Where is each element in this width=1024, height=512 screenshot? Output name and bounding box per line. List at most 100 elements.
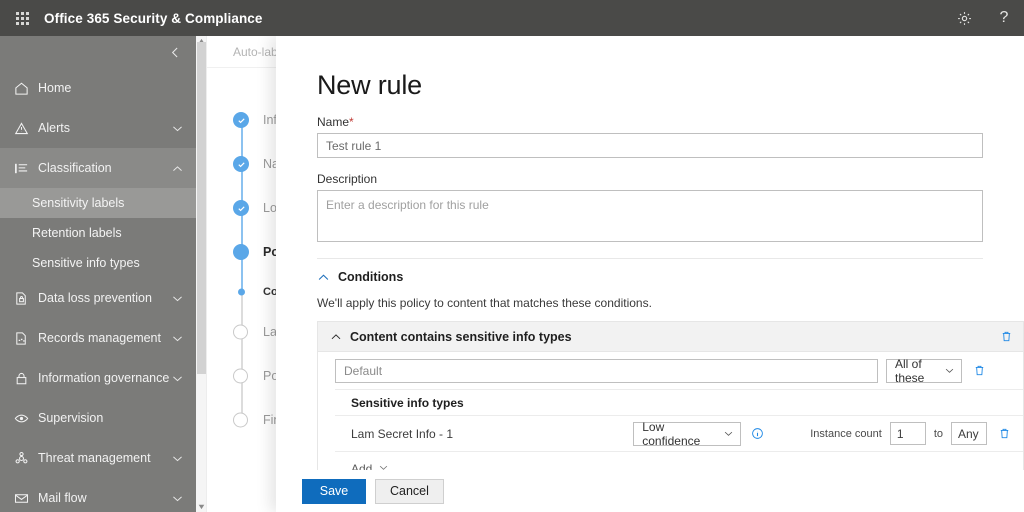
sidebar-item-home[interactable]: Home: [0, 68, 196, 108]
sidebar-item-sensitivity-labels[interactable]: Sensitivity labels: [0, 188, 196, 218]
empty-circle-icon: [233, 412, 248, 428]
chevron-left-icon: [171, 47, 178, 57]
check-circle-icon: [233, 200, 249, 216]
condition-card-body: Default All of these Sensitive info type…: [318, 352, 1023, 470]
confidence-level-dropdown[interactable]: Low confidence: [633, 420, 742, 448]
app-launcher-icon[interactable]: [0, 0, 44, 36]
conditions-note: We'll apply this policy to content that …: [317, 296, 652, 310]
envelope-icon: [14, 491, 38, 506]
page-scrollbar-thumb[interactable]: [197, 42, 206, 374]
trash-icon[interactable]: [995, 427, 1013, 440]
eye-icon: [14, 411, 38, 426]
info-circle-icon[interactable]: [751, 427, 764, 440]
description-placeholder: Enter a description for this rule: [326, 198, 489, 212]
chevron-down-icon: [378, 460, 389, 471]
chevron-down-icon: [171, 292, 184, 305]
step-marker-complete: [233, 112, 249, 128]
suite-title: Office 365 Security & Compliance: [44, 10, 263, 26]
sidebar-collapse-button[interactable]: [0, 36, 196, 68]
step-marker-current: [233, 244, 249, 260]
page-title: New rule: [317, 70, 422, 100]
group-name-value: Default: [344, 363, 383, 378]
conditions-section-title: Conditions: [338, 270, 404, 284]
chevron-down-icon: [171, 492, 184, 505]
lock-icon: [14, 371, 38, 386]
suite-header: Office 365 Security & Compliance ?: [0, 0, 1024, 36]
sidebar-item-information-governance[interactable]: Information governance: [0, 358, 196, 398]
page-scrollbar[interactable]: [196, 36, 207, 512]
check-circle-icon: [233, 112, 249, 128]
sidebar-item-label: Alerts: [38, 121, 70, 135]
cancel-button[interactable]: Cancel: [375, 478, 444, 504]
step-marker-complete: [233, 200, 249, 216]
name-field-label: Name*: [317, 115, 1024, 129]
new-rule-panel-body: New rule Name* Test rule 1 Description E…: [276, 36, 1024, 470]
sidebar-item-supervision[interactable]: Supervision: [0, 398, 196, 438]
threat-biohazard-icon: [14, 451, 38, 466]
match-operator-dropdown[interactable]: All of these: [886, 356, 962, 385]
home-icon: [14, 81, 38, 96]
match-operator-value: All of these: [895, 356, 925, 385]
sensitive-info-type-name: Lam Secret Info - 1: [351, 426, 454, 441]
gear-icon[interactable]: [944, 0, 984, 36]
description-textarea[interactable]: Enter a description for this rule: [317, 190, 983, 242]
chevron-down-icon: [171, 372, 184, 385]
app-screen: Office 365 Security & Compliance ? Home …: [0, 0, 1024, 512]
sidebar-item-threat-management[interactable]: Threat management: [0, 438, 196, 478]
add-menu-label: Add: [351, 461, 373, 471]
condition-card-header[interactable]: Content contains sensitive info types: [318, 322, 1023, 352]
step-marker-todo: [233, 368, 248, 384]
chevron-up-icon: [171, 162, 184, 175]
classification-list-icon: [14, 161, 38, 176]
chevron-up-icon[interactable]: [317, 271, 330, 284]
sidebar: Home Alerts Classification Sensitivity l…: [0, 36, 196, 512]
required-asterisk: *: [349, 115, 354, 129]
question-mark-icon[interactable]: ?: [984, 0, 1024, 36]
trash-icon[interactable]: [1000, 330, 1013, 343]
instance-count-max-input[interactable]: Any: [951, 422, 987, 445]
instance-count-min-input[interactable]: 1: [889, 422, 926, 445]
group-name-input[interactable]: Default: [335, 358, 878, 383]
dlp-document-lock-icon: [14, 291, 38, 306]
sidebar-subitem-label: Sensitivity labels: [32, 196, 125, 210]
sidebar-item-label: Home: [38, 81, 72, 95]
records-document-icon: [14, 331, 38, 346]
sidebar-item-alerts[interactable]: Alerts: [0, 108, 196, 148]
chevron-down-icon: [171, 332, 184, 345]
save-button[interactable]: Save: [302, 478, 366, 504]
conditions-section-header[interactable]: Conditions: [317, 270, 1024, 284]
name-input[interactable]: Test rule 1: [317, 133, 983, 158]
trash-icon[interactable]: [970, 364, 988, 377]
sidebar-item-records-management[interactable]: Records management: [0, 318, 196, 358]
instance-count-to-label: to: [933, 427, 943, 440]
name-label-text: Name: [317, 115, 350, 129]
chevron-up-icon[interactable]: [330, 331, 342, 343]
sidebar-item-classification[interactable]: Classification: [0, 148, 196, 188]
sidebar-item-label: Records management: [38, 331, 161, 345]
sidebar-item-label: Data loss prevention: [38, 291, 152, 305]
chevron-down-icon: [171, 452, 184, 465]
panel-footer: Save Cancel: [276, 470, 1024, 512]
sidebar-subitem-label: Sensitive info types: [32, 256, 140, 270]
add-menu-button[interactable]: Add: [335, 452, 1023, 470]
sidebar-item-label: Threat management: [38, 451, 151, 465]
sidebar-item-retention-labels[interactable]: Retention labels: [0, 218, 196, 248]
scroll-down-arrow-icon[interactable]: [198, 503, 205, 510]
step-marker-complete: [233, 156, 249, 172]
check-circle-icon: [233, 156, 249, 172]
description-field-label: Description: [317, 172, 378, 186]
sidebar-item-sensitive-info-types[interactable]: Sensitive info types: [0, 248, 196, 278]
chevron-down-icon: [944, 365, 955, 376]
suite-actions: ?: [944, 0, 1024, 36]
filled-circle-icon: [233, 244, 249, 260]
sidebar-item-mail-flow[interactable]: Mail flow: [0, 478, 196, 512]
condition-card-title: Content contains sensitive info types: [350, 329, 572, 344]
section-divider: [317, 258, 983, 259]
sensitive-info-type-row: Lam Secret Info - 1 Low confidence Insta…: [335, 416, 1023, 452]
alert-triangle-icon: [14, 121, 38, 136]
instance-count-min-value: 1: [896, 426, 904, 441]
sidebar-item-data-loss-prevention[interactable]: Data loss prevention: [0, 278, 196, 318]
empty-circle-icon: [233, 324, 248, 340]
sidebar-item-label: Mail flow: [38, 491, 87, 505]
condition-group-row: Default All of these: [335, 352, 1023, 390]
